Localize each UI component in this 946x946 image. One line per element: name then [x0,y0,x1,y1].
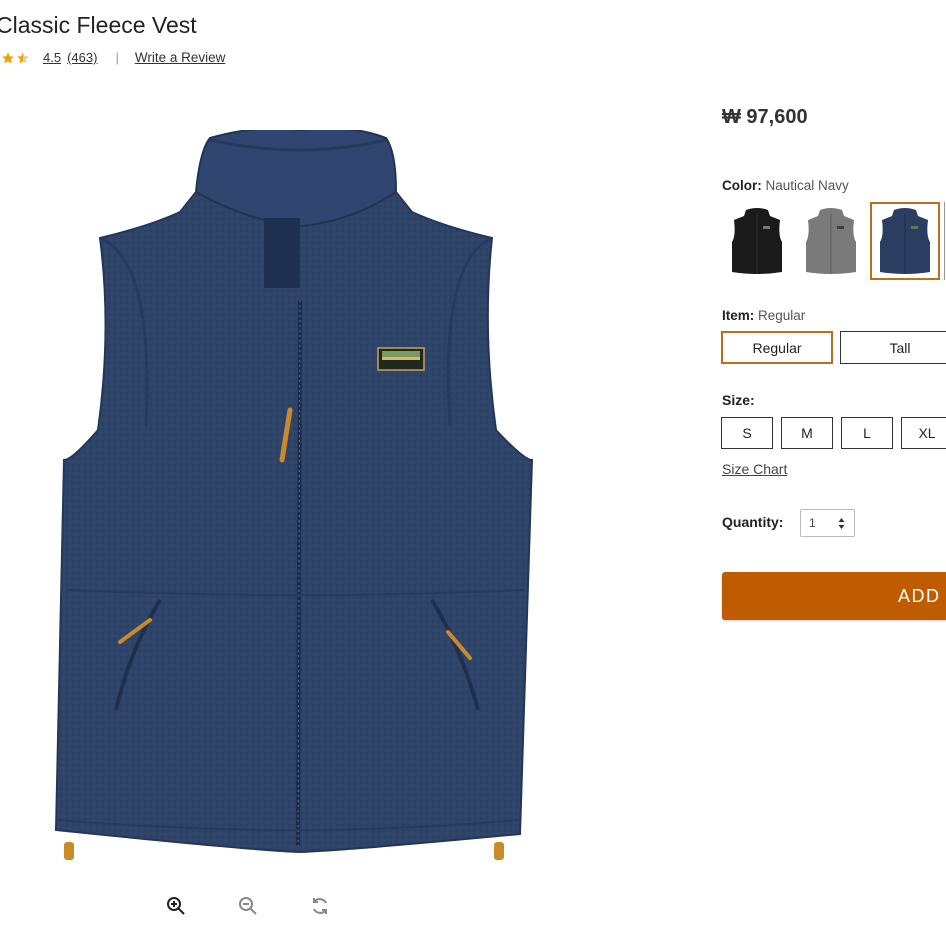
star-icon [2,51,14,64]
color-label: Color: Nautical Navy [722,178,849,193]
swatch-gray[interactable] [796,202,866,280]
selected-item-name: Regular [758,308,806,323]
size-s-button[interactable]: S [721,417,773,449]
quantity-select[interactable]: 1 [800,509,855,537]
rating-value-link[interactable]: 4.5 [43,50,61,65]
item-label: Item: Regular [722,308,805,323]
gray-vest-thumbnail [806,208,856,274]
zoom-out-button[interactable] [236,894,260,918]
black-vest-thumbnail [732,208,782,274]
write-review-link[interactable]: Write a Review [135,50,226,65]
image-controls [0,894,946,920]
item-label-text: Item: [722,308,755,323]
size-chart-link[interactable]: Size Chart [722,461,787,477]
item-regular-button[interactable]: Regular [721,331,833,364]
quantity-label: Quantity: [722,514,784,530]
swatch-nautical-navy[interactable] [870,202,940,280]
swatch-black[interactable] [722,202,792,280]
quantity-value: 1 [809,516,816,530]
product-title: Classic Fleece Vest [0,12,197,38]
product-image[interactable] [50,130,550,870]
divider: | [115,50,119,65]
size-l-button[interactable]: L [841,417,893,449]
product-price: ₩ 97,600 [722,106,808,128]
star-rating[interactable] [0,51,31,65]
size-m-button[interactable]: M [781,417,833,449]
zoom-in-button[interactable] [164,894,188,918]
half-star-icon [17,51,29,64]
add-button-label: ADD [898,585,941,606]
color-label-text: Color: [722,178,762,193]
zoom-in-icon [167,897,185,915]
review-count-link[interactable]: (463) [67,50,97,65]
selected-color-name: Nautical Navy [765,178,849,193]
rotate-button[interactable] [308,894,332,918]
item-tall-button[interactable]: Tall [840,331,946,364]
updown-arrow-icon [838,518,845,529]
rating-row: 4.5 (463) | Write a Review [0,50,225,65]
navy-vest-thumbnail [880,208,930,274]
size-label: Size: [722,392,755,408]
zoom-out-icon [239,897,257,915]
size-xl-button[interactable]: XL [901,417,946,449]
rotate-icon [313,898,327,914]
add-to-bag-button[interactable]: ADD [722,572,946,620]
